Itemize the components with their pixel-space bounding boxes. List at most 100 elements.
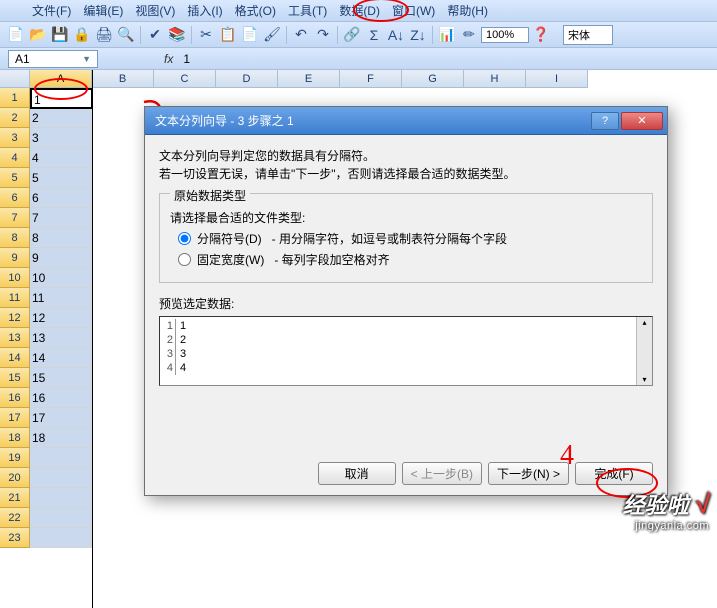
dialog-help-button[interactable]: ?	[591, 112, 619, 130]
cell-A3[interactable]: 3	[30, 128, 92, 148]
row-header-16[interactable]: 16	[0, 388, 30, 408]
preview-icon[interactable]: 🔍	[116, 25, 136, 45]
cell-A22[interactable]	[30, 508, 92, 528]
cell-A2[interactable]: 2	[30, 108, 92, 128]
cell-A4[interactable]: 4	[30, 148, 92, 168]
cell-A17[interactable]: 17	[30, 408, 92, 428]
column-header-G[interactable]: G	[402, 70, 464, 88]
row-header-7[interactable]: 7	[0, 208, 30, 228]
permission-icon[interactable]: 🔒	[72, 25, 92, 45]
undo-icon[interactable]: ↶	[291, 25, 311, 45]
column-header-C[interactable]: C	[154, 70, 216, 88]
cell-A20[interactable]	[30, 468, 92, 488]
cell-A15[interactable]: 15	[30, 368, 92, 388]
cell-A18[interactable]: 18	[30, 428, 92, 448]
font-input[interactable]: 宋体	[563, 25, 613, 45]
spell-icon[interactable]: ✔	[145, 25, 165, 45]
drawing-icon[interactable]: ✏	[459, 25, 479, 45]
dialog-close-button[interactable]: ✕	[621, 112, 663, 130]
row-header-8[interactable]: 8	[0, 228, 30, 248]
cell-A11[interactable]: 11	[30, 288, 92, 308]
column-header-B[interactable]: B	[92, 70, 154, 88]
row-header-23[interactable]: 23	[0, 528, 30, 548]
name-box[interactable]: A1 ▼	[8, 50, 98, 68]
radio-delimited[interactable]	[178, 232, 191, 245]
row-header-20[interactable]: 20	[0, 468, 30, 488]
row-header-17[interactable]: 17	[0, 408, 30, 428]
row-header-9[interactable]: 9	[0, 248, 30, 268]
copy-icon[interactable]: 📋	[218, 25, 238, 45]
row-header-10[interactable]: 10	[0, 268, 30, 288]
radio-fixed-row[interactable]: 固定宽度(W) - 每列字段加空格对齐	[178, 251, 642, 268]
cell-A19[interactable]	[30, 448, 92, 468]
row-header-12[interactable]: 12	[0, 308, 30, 328]
row-header-18[interactable]: 18	[0, 428, 30, 448]
format-painter-icon[interactable]: 🖌	[262, 25, 282, 45]
cell-A9[interactable]: 9	[30, 248, 92, 268]
column-header-D[interactable]: D	[216, 70, 278, 88]
menu-insert[interactable]: 插入(I)	[181, 0, 228, 21]
row-header-3[interactable]: 3	[0, 128, 30, 148]
cancel-button[interactable]: 取消	[318, 462, 396, 485]
paste-icon[interactable]: 📄	[240, 25, 260, 45]
research-icon[interactable]: 📚	[167, 25, 187, 45]
row-header-22[interactable]: 22	[0, 508, 30, 528]
row-header-4[interactable]: 4	[0, 148, 30, 168]
cell-A16[interactable]: 16	[30, 388, 92, 408]
column-header-I[interactable]: I	[526, 70, 588, 88]
new-icon[interactable]: 📄	[6, 25, 26, 45]
menu-edit[interactable]: 编辑(E)	[77, 0, 129, 21]
cell-A1[interactable]: 1	[30, 88, 93, 109]
autosum-icon[interactable]: Σ	[364, 25, 384, 45]
menu-file[interactable]: 文件(F)	[26, 0, 77, 21]
cell-A10[interactable]: 10	[30, 268, 92, 288]
row-header-15[interactable]: 15	[0, 368, 30, 388]
row-header-11[interactable]: 11	[0, 288, 30, 308]
preview-scrollbar[interactable]: ▴ ▾	[636, 317, 652, 385]
cell-A6[interactable]: 6	[30, 188, 92, 208]
cell-A5[interactable]: 5	[30, 168, 92, 188]
sort-asc-icon[interactable]: A↓	[386, 25, 406, 45]
formula-bar[interactable]: 1	[183, 52, 190, 66]
open-icon[interactable]: 📂	[28, 25, 48, 45]
menu-help[interactable]: 帮助(H)	[441, 0, 494, 21]
menu-view[interactable]: 视图(V)	[129, 0, 181, 21]
row-header-6[interactable]: 6	[0, 188, 30, 208]
next-button[interactable]: 下一步(N) >	[488, 462, 569, 485]
chart-icon[interactable]: 📊	[437, 25, 457, 45]
redo-icon[interactable]: ↷	[313, 25, 333, 45]
cut-icon[interactable]: ✂	[196, 25, 216, 45]
row-header-19[interactable]: 19	[0, 448, 30, 468]
select-all-corner[interactable]	[0, 70, 30, 88]
save-icon[interactable]: 💾	[50, 25, 70, 45]
scroll-down-icon[interactable]: ▾	[641, 374, 647, 385]
cell-A14[interactable]: 14	[30, 348, 92, 368]
cell-A8[interactable]: 8	[30, 228, 92, 248]
row-header-1[interactable]: 1	[0, 88, 30, 108]
sort-desc-icon[interactable]: Z↓	[408, 25, 428, 45]
row-header-13[interactable]: 13	[0, 328, 30, 348]
fx-label[interactable]: fx	[164, 52, 173, 66]
dialog-titlebar[interactable]: 文本分列向导 - 3 步骤之 1 ? ✕	[145, 107, 667, 135]
cell-A23[interactable]	[30, 528, 92, 548]
radio-delimited-row[interactable]: 分隔符号(D) - 用分隔字符，如逗号或制表符分隔每个字段	[178, 230, 642, 247]
column-header-E[interactable]: E	[278, 70, 340, 88]
finish-button[interactable]: 完成(F)	[575, 462, 653, 485]
column-header-A[interactable]: A	[30, 70, 92, 88]
scroll-up-icon[interactable]: ▴	[641, 317, 647, 328]
print-icon[interactable]: 🖨	[94, 25, 114, 45]
row-header-2[interactable]: 2	[0, 108, 30, 128]
menu-format[interactable]: 格式(O)	[229, 0, 282, 21]
help-icon[interactable]: ❓	[531, 25, 551, 45]
cell-A13[interactable]: 13	[30, 328, 92, 348]
row-header-14[interactable]: 14	[0, 348, 30, 368]
cell-A21[interactable]	[30, 488, 92, 508]
column-header-F[interactable]: F	[340, 70, 402, 88]
dropdown-icon[interactable]: ▼	[82, 54, 91, 64]
row-header-5[interactable]: 5	[0, 168, 30, 188]
hyperlink-icon[interactable]: 🔗	[342, 25, 362, 45]
zoom-input[interactable]: 100%	[481, 27, 529, 43]
menu-tools[interactable]: 工具(T)	[282, 0, 333, 21]
cell-A7[interactable]: 7	[30, 208, 92, 228]
cell-A12[interactable]: 12	[30, 308, 92, 328]
